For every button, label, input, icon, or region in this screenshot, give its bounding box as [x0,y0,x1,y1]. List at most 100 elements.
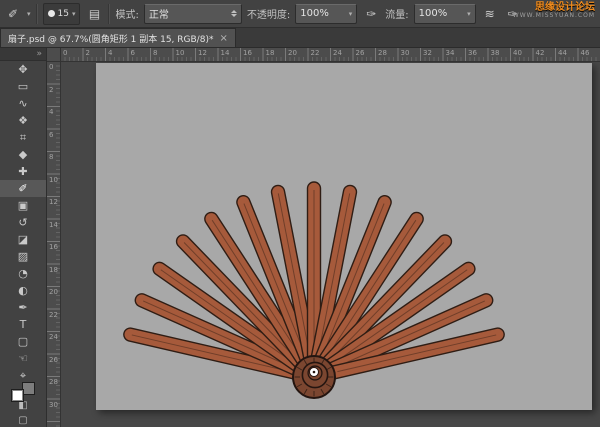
blend-mode-value: 正常 [149,6,169,21]
ruler-label: 34 [446,49,455,57]
pasteboard[interactable] [61,62,600,427]
fan-graphic [96,63,592,410]
ruler-label: 30 [49,401,58,409]
ruler-label: 28 [378,49,387,57]
tool-hand[interactable]: ☜ [0,350,46,367]
ruler-label: 22 [49,311,58,319]
tool-healing-brush[interactable]: ✚ [0,163,46,180]
tool-brush[interactable]: ✐ [0,180,46,197]
tool-clone-stamp[interactable]: ▣ [0,197,46,214]
tool-dodge[interactable]: ◐ [0,282,46,299]
foreground-color-swatch[interactable] [11,389,24,402]
canvas[interactable] [96,63,592,410]
ruler-label: 8 [49,153,53,161]
blend-mode-select[interactable]: 正常 [144,4,242,24]
ruler-label: 44 [558,49,567,57]
color-swatches[interactable] [10,388,36,396]
fan-slats [123,182,506,380]
ruler-label: 36 [468,49,477,57]
brush-tip-preview-icon [48,10,55,17]
options-bar: ✐ ▾ 15 ▾ ▤ 模式: 正常 不透明度: 100% ▾ ✑ 流量: 100… [0,0,600,28]
photoshop-window: ✐ ▾ 15 ▾ ▤ 模式: 正常 不透明度: 100% ▾ ✑ 流量: 100… [0,0,600,427]
tool-type[interactable]: T [0,316,46,333]
separator [36,4,38,24]
ruler-label: 46 [581,49,590,57]
toolbox-collapse-icon[interactable]: » [0,48,46,61]
flow-value: 100% [419,8,448,19]
ruler-label: 32 [423,49,432,57]
ruler-label: 26 [356,49,365,57]
vertical-ruler[interactable]: 024681012141618202224262830 [47,62,61,427]
tab-bar: 扇子.psd @ 67.7%(圆角矩形 1 副本 15, RGB/8)* × [0,28,600,48]
ruler-label: 18 [266,49,275,57]
tool-preset-arrow-icon[interactable]: ▾ [27,10,31,18]
horizontal-ruler[interactable]: 0246810121416182022242628303234363840424… [61,48,600,62]
opacity-value: 100% [300,8,329,19]
ruler-label: 16 [243,49,252,57]
screen-mode-icon[interactable]: ▢ [0,413,46,427]
airbrush-icon[interactable]: ≋ [481,7,499,21]
main-area: » ✥▭∿❖⌗◆✚✐▣↺◪▨◔◐✒T▢☜⌖ ◧ ▢ 02468101214161… [0,48,600,427]
pressure-opacity-icon[interactable]: ✑ [362,7,380,21]
ruler-label: 28 [49,378,58,386]
ruler-label: 6 [131,49,135,57]
chevron-down-icon: ▾ [349,10,353,18]
ruler-label: 4 [108,49,112,57]
brush-preset-picker[interactable]: 15 ▾ [43,3,81,25]
ruler-label: 10 [49,176,58,184]
toolbox: » ✥▭∿❖⌗◆✚✐▣↺◪▨◔◐✒T▢☜⌖ ◧ ▢ [0,48,47,427]
ruler-label: 20 [49,288,58,296]
spinner-icon [231,10,237,17]
tool-marquee[interactable]: ▭ [0,78,46,95]
ruler-label: 40 [513,49,522,57]
fan-hub [293,356,335,398]
document-tab[interactable]: 扇子.psd @ 67.7%(圆角矩形 1 副本 15, RGB/8)* × [0,28,236,47]
ruler-corner [47,48,61,62]
flow-select[interactable]: 100% ▾ [414,4,476,24]
ruler-label: 16 [49,243,58,251]
ruler-label: 14 [221,49,230,57]
ruler-label: 22 [311,49,320,57]
toggle-brush-panel-icon[interactable]: ▤ [85,7,103,21]
tab-close-icon[interactable]: × [219,33,227,44]
ruler-label: 8 [153,49,157,57]
separator [108,4,110,24]
ruler-label: 0 [63,49,67,57]
ruler-label: 12 [198,49,207,57]
ruler-label: 12 [49,198,58,206]
ruler-label: 2 [86,49,90,57]
flow-label: 流量: [385,6,408,21]
tool-blur[interactable]: ◔ [0,265,46,282]
ruler-label: 0 [49,63,53,71]
tool-crop[interactable]: ⌗ [0,129,46,146]
ruler-label: 26 [49,356,58,364]
tool-quick-selection[interactable]: ❖ [0,112,46,129]
ruler-label: 30 [401,49,410,57]
ruler-label: 18 [49,266,58,274]
brush-size-value: 15 [58,9,69,19]
tool-move[interactable]: ✥ [0,61,46,78]
opacity-label: 不透明度: [247,6,290,21]
ruler-label: 38 [491,49,500,57]
tool-history-brush[interactable]: ↺ [0,214,46,231]
ruler-label: 10 [176,49,185,57]
brush-tool-icon[interactable]: ✐ [4,7,22,21]
ruler-label: 4 [49,108,53,116]
opacity-select[interactable]: 100% ▾ [295,4,357,24]
tool-pen[interactable]: ✒ [0,299,46,316]
ruler-label: 2 [49,86,53,94]
chevron-down-icon: ▾ [467,10,471,18]
tool-eyedropper[interactable]: ◆ [0,146,46,163]
watermark-url: WWW.MISSYUAN.COM [513,13,595,20]
watermark: 思缘设计论坛 WWW.MISSYUAN.COM [513,2,595,20]
tool-gradient[interactable]: ▨ [0,248,46,265]
ruler-label: 42 [536,49,545,57]
tool-shape[interactable]: ▢ [0,333,46,350]
mode-label: 模式: [115,6,138,21]
tool-lasso[interactable]: ∿ [0,95,46,112]
ruler-label: 14 [49,221,58,229]
ruler-label: 24 [333,49,342,57]
tool-eraser[interactable]: ◪ [0,231,46,248]
ruler-label: 20 [288,49,297,57]
ruler-label: 24 [49,333,58,341]
